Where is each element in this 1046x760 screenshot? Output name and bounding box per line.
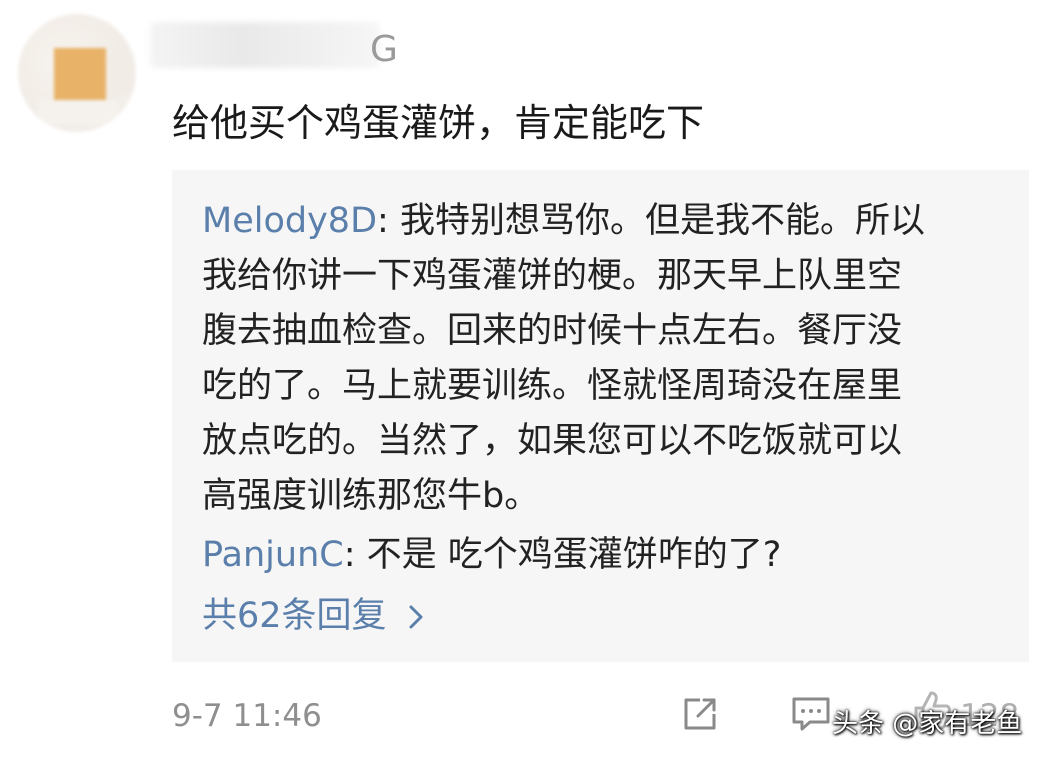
reply-text-line: 我给你讲一下鸡蛋灌饼的梗。那天早上队里空 <box>202 256 903 296</box>
avatar[interactable] <box>18 14 136 132</box>
replies-panel: Melody8D: 我特别想骂你。但是我不能。所以 我给你讲一下鸡蛋灌饼的梗。那… <box>172 170 1029 662</box>
avatar-blur-block <box>108 54 134 94</box>
comment-icon[interactable] <box>790 694 832 734</box>
view-all-replies-label: 共62条回复 <box>202 596 387 636</box>
username-blurred[interactable] <box>150 22 380 68</box>
reply-separator: : <box>343 535 367 575</box>
reply-first-line: Melody8D: 我特别想骂你。但是我不能。所以 <box>202 194 1002 249</box>
reply-text-line: 放点吃的。当然了，如果您可以不吃饭就可以 <box>202 421 903 461</box>
reply-text-line: 我特别想骂你。但是我不能。所以 <box>399 201 925 241</box>
watermark-text: 头条 @家有老鱼 <box>832 709 1023 739</box>
view-all-replies-link[interactable]: 共62条回复 <box>202 589 1002 644</box>
reply-item: Melody8D: 我特别想骂你。但是我不能。所以 我给你讲一下鸡蛋灌饼的梗。那… <box>202 194 1002 524</box>
reply-text-line: 不是 吃个鸡蛋灌饼咋的了? <box>366 535 782 575</box>
reply-author[interactable]: PanjunC <box>202 535 344 575</box>
reply-text-line: 腹去抽血检查。回来的时候十点左右。餐厅没 <box>202 311 903 351</box>
avatar-badge <box>118 116 128 126</box>
share-icon[interactable] <box>680 694 720 734</box>
reply-author[interactable]: Melody8D <box>202 201 377 241</box>
reply-item: PanjunC: 不是 吃个鸡蛋灌饼咋的了? <box>202 528 1002 583</box>
reply-first-line: PanjunC: 不是 吃个鸡蛋灌饼咋的了? <box>202 528 1002 583</box>
chevron-right-icon <box>409 605 423 628</box>
reply-text-line: 吃的了。马上就要训练。怪就怪周琦没在屋里 <box>202 366 903 406</box>
reply-separator: : <box>377 201 400 241</box>
reply-text-line: 高强度训练那您牛b。 <box>202 476 540 516</box>
replies-list: Melody8D: 我特别想骂你。但是我不能。所以 我给你讲一下鸡蛋灌饼的梗。那… <box>202 194 1002 644</box>
username-visible-fragment: G <box>370 29 398 70</box>
avatar-blur-block <box>38 100 118 124</box>
comment-text: 给他买个鸡蛋灌饼，肯定能吃下 <box>172 101 705 145</box>
avatar-blur-block <box>54 48 106 100</box>
comment-timestamp: 9-7 11:46 <box>172 698 322 734</box>
